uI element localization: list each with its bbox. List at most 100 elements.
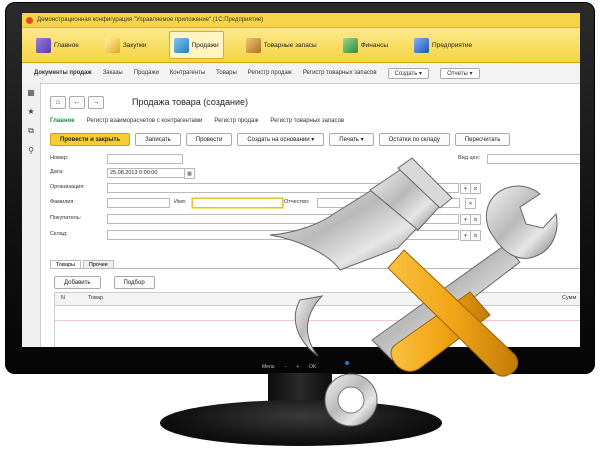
monitor-ok-button: OK bbox=[309, 364, 317, 370]
building-icon bbox=[414, 37, 430, 53]
patronymic-label: Отчество: bbox=[284, 199, 310, 205]
grid-menu-icon[interactable]: ▦ bbox=[27, 88, 35, 97]
nav-sales-docs[interactable]: Документы продаж bbox=[34, 70, 92, 76]
favorites-star-icon[interactable]: ★ bbox=[27, 107, 34, 116]
stock-balance-button[interactable]: Остатки по складу bbox=[378, 133, 450, 146]
monitor-buttons: Menu - + OK bbox=[262, 364, 316, 370]
section-label: Финансы bbox=[360, 41, 389, 49]
monitor-plus-button: + bbox=[296, 364, 300, 370]
home-icon[interactable]: ⌂ bbox=[50, 96, 66, 109]
section-enterprise[interactable]: Предприятие bbox=[410, 32, 476, 58]
open-link-icon[interactable]: ⊘ bbox=[470, 230, 481, 241]
cash-register-icon bbox=[173, 37, 189, 53]
clear-icon[interactable]: ✕ bbox=[465, 198, 476, 209]
box-icon bbox=[245, 37, 261, 53]
forward-arrow-icon[interactable]: → bbox=[88, 96, 104, 109]
section-label: Главное bbox=[54, 41, 79, 49]
organization-field[interactable] bbox=[107, 183, 459, 193]
section-label: Закупки bbox=[122, 41, 147, 49]
table-row-separator bbox=[55, 320, 580, 321]
create-menu-button[interactable]: Создать ▾ bbox=[387, 67, 430, 79]
money-icon bbox=[342, 37, 358, 53]
table-command-bar: Добавить Подбор bbox=[54, 276, 155, 289]
table-header: N Товар Сумм bbox=[54, 292, 580, 306]
buyer-field[interactable] bbox=[107, 214, 459, 224]
date-field[interactable]: 25.08.2013 0:00:00 bbox=[107, 168, 185, 178]
back-arrow-icon[interactable]: ← bbox=[69, 96, 85, 109]
section-purchases-icon bbox=[104, 37, 120, 53]
create-menu-label: Создать bbox=[394, 70, 418, 77]
section-sales[interactable]: Продажи bbox=[168, 31, 224, 59]
power-led bbox=[345, 361, 349, 365]
create-based-button[interactable]: Создать на основании ▾ bbox=[237, 133, 325, 146]
section-main[interactable]: Главное bbox=[32, 32, 83, 58]
warehouse-label: Склад: bbox=[50, 231, 68, 237]
add-row-button[interactable]: Добавить bbox=[54, 276, 101, 289]
title-bar: Демонстрационная конфигурация "Управляем… bbox=[22, 13, 580, 28]
screen: Демонстрационная конфигурация "Управляем… bbox=[22, 13, 580, 347]
calendar-icon[interactable]: ▦ bbox=[184, 168, 195, 179]
app-icon bbox=[26, 16, 33, 24]
document-form: ⌂ ← → Продажа товара (создание) Главное … bbox=[40, 82, 580, 347]
window-title: Демонстрационная конфигурация "Управляем… bbox=[37, 17, 264, 23]
reports-menu-label: Отчеты bbox=[447, 70, 468, 77]
print-button[interactable]: Печать ▾ bbox=[329, 133, 374, 146]
nav-stock-register[interactable]: Регистр товарных запасов bbox=[303, 70, 377, 76]
section-label: Продажи bbox=[191, 41, 219, 49]
warehouse-field[interactable] bbox=[107, 230, 459, 240]
form-links: Главное Регистр взаиморасчетов с контраг… bbox=[50, 118, 344, 124]
nav-counterparties[interactable]: Контрагенты bbox=[170, 70, 205, 76]
left-toolbar: ▦ ★ ⧉ ⚲ bbox=[22, 82, 41, 347]
nav-sales[interactable]: Продажи bbox=[134, 70, 159, 76]
number-field[interactable] bbox=[107, 154, 183, 164]
section-finance[interactable]: Финансы bbox=[339, 32, 392, 58]
price-type-field[interactable] bbox=[487, 154, 580, 164]
print-label: Печать bbox=[339, 136, 359, 143]
post-and-close-button[interactable]: Провести и закрыть bbox=[50, 133, 131, 146]
link-main[interactable]: Главное bbox=[50, 118, 75, 124]
monitor-minus-button: - bbox=[284, 364, 287, 370]
recalculate-button[interactable]: Пересчитать bbox=[454, 133, 511, 146]
page-title: Продажа товара (создание) bbox=[132, 97, 248, 107]
link-sales-register[interactable]: Регистр продаж bbox=[214, 118, 258, 124]
link-settlements-register[interactable]: Регистр взаиморасчетов с контрагентами bbox=[87, 118, 203, 124]
open-link-icon[interactable]: ⊘ bbox=[470, 183, 481, 194]
nav-goods[interactable]: Товары bbox=[216, 70, 237, 76]
search-icon[interactable]: ⚲ bbox=[28, 146, 34, 155]
table-body[interactable] bbox=[54, 305, 580, 347]
column-sum: Сумм bbox=[562, 295, 577, 301]
navigation-panel: Документы продаж Заказы Продажи Контраге… bbox=[22, 63, 580, 84]
sections-panel: Главное Закупки Продажи Товарные запасы … bbox=[22, 28, 580, 63]
nav-orders[interactable]: Заказы bbox=[103, 70, 123, 76]
reports-menu-button[interactable]: Отчеты ▾ bbox=[440, 67, 480, 79]
section-label: Предприятие bbox=[432, 41, 473, 49]
save-button[interactable]: Записать bbox=[135, 133, 181, 146]
tab-divider bbox=[50, 268, 580, 269]
section-stock[interactable]: Товарные запасы bbox=[242, 32, 321, 58]
column-n: N bbox=[61, 295, 65, 301]
date-label: Дата: bbox=[50, 169, 64, 175]
create-based-label: Создать на основании bbox=[247, 136, 310, 143]
monitor-menu-button: Menu bbox=[262, 364, 275, 370]
nav-sales-register[interactable]: Регистр продаж bbox=[248, 70, 292, 76]
column-goods: Товар bbox=[88, 295, 103, 301]
first-name-field[interactable] bbox=[192, 198, 283, 208]
patronymic-field[interactable] bbox=[317, 198, 460, 208]
monitor-stand bbox=[160, 400, 442, 446]
pick-button[interactable]: Подбор bbox=[113, 276, 155, 289]
buyer-label: Покупатель: bbox=[50, 215, 82, 221]
last-name-field[interactable] bbox=[107, 198, 170, 208]
section-main-icon bbox=[36, 37, 51, 53]
history-icon[interactable]: ⧉ bbox=[28, 126, 34, 136]
section-label: Товарные запасы bbox=[263, 41, 317, 49]
open-link-icon[interactable]: ⊘ bbox=[470, 214, 481, 225]
price-type-label: Вид цен: bbox=[458, 155, 481, 161]
section-purchases[interactable]: Закупки bbox=[101, 32, 151, 58]
form-nav: ⌂ ← → bbox=[50, 96, 104, 109]
organization-label: Организация: bbox=[50, 184, 85, 190]
post-button[interactable]: Провести bbox=[185, 133, 233, 146]
command-bar: Провести и закрыть Записать Провести Соз… bbox=[50, 133, 580, 146]
last-name-label: Фамилия: bbox=[50, 199, 75, 205]
link-stock-register[interactable]: Регистр товарных запасов bbox=[270, 118, 344, 124]
first-name-label: Имя: bbox=[174, 199, 187, 205]
